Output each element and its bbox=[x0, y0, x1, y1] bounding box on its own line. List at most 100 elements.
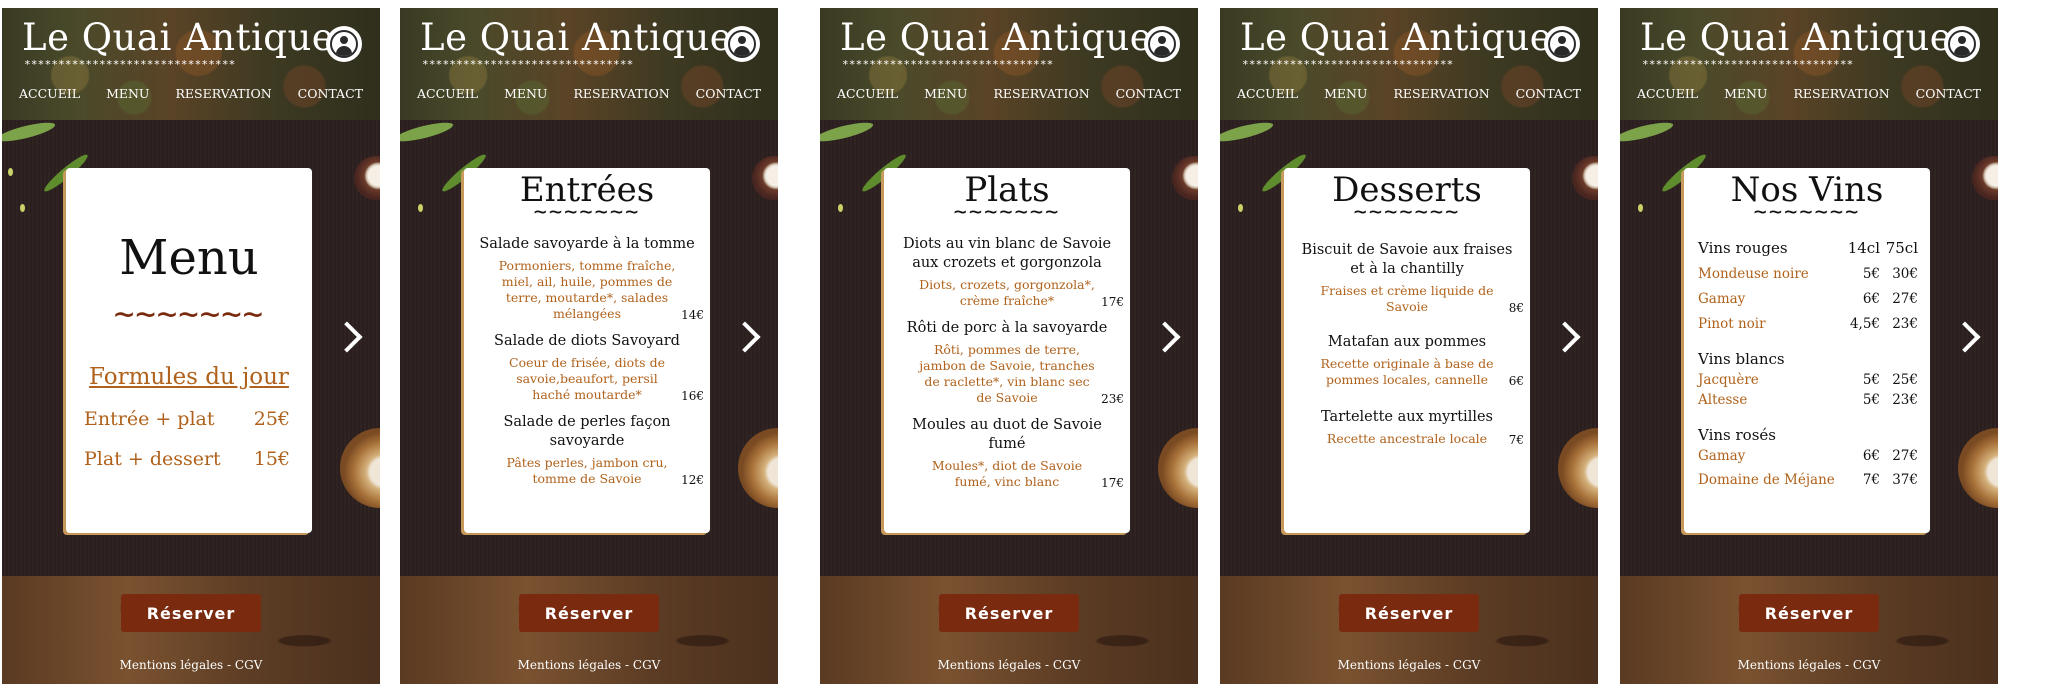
profile-icon[interactable] bbox=[1944, 26, 1980, 62]
nav-item-reservation[interactable]: RESERVATION bbox=[573, 86, 669, 101]
wine-name: Gamay bbox=[1698, 291, 1746, 307]
nav-item-menu[interactable]: MENU bbox=[1324, 86, 1367, 101]
brand-title[interactable]: Le Quai Antique bbox=[840, 16, 1152, 59]
nav-item-accueil[interactable]: ACCUEIL bbox=[837, 86, 898, 101]
dish-description: Pâtes perles, jambon cru, tomme de Savoi… bbox=[506, 455, 668, 486]
wine-price-14cl: 7€ bbox=[1862, 472, 1880, 488]
wine-name: Gamay bbox=[1698, 448, 1746, 464]
dish-price: 7€ bbox=[1508, 433, 1524, 447]
wine-price-75cl: 25€ bbox=[1892, 372, 1918, 388]
dish-name: Matafan aux pommes bbox=[1327, 334, 1487, 350]
dish-description: Moules*, diot de Savoie fumé, vinc blanc bbox=[931, 458, 1083, 489]
reserve-button[interactable]: Réserver bbox=[121, 594, 261, 632]
wine-row: Altesse 5€ 23€ bbox=[1696, 392, 1918, 408]
dish-description: Fraises et crème liquide de Savoie bbox=[1320, 283, 1494, 314]
dish-description: Recette ancestrale locale bbox=[1326, 431, 1488, 446]
desserts-card: Desserts ~~~~~~~ Biscuit de Savoie aux f… bbox=[1284, 168, 1530, 533]
brand-stars: ******************************* bbox=[842, 58, 1054, 71]
dish-price: 16€ bbox=[681, 389, 704, 403]
nav-item-reservation[interactable]: RESERVATION bbox=[1393, 86, 1489, 101]
wine-name: Altesse bbox=[1698, 392, 1748, 408]
nav-item-menu[interactable]: MENU bbox=[1724, 86, 1767, 101]
nav-item-contact[interactable]: CONTACT bbox=[1916, 86, 1981, 101]
nav-item-menu[interactable]: MENU bbox=[106, 86, 149, 101]
wine-price-14cl: 5€ bbox=[1862, 392, 1880, 408]
wine-name: Mondeuse noire bbox=[1698, 266, 1809, 282]
wine-price-75cl: 23€ bbox=[1892, 316, 1918, 332]
dish-name: Moules au duot de Savoie fumé bbox=[912, 417, 1102, 452]
legal-link[interactable]: Mentions légales - CGV bbox=[2, 658, 380, 672]
dish-item: Salade de perles façon savoyarde Pâtes p… bbox=[476, 413, 704, 487]
nav-item-contact[interactable]: CONTACT bbox=[696, 86, 761, 101]
nav-item-menu[interactable]: MENU bbox=[924, 86, 967, 101]
title-underline: ~~~~~~~ bbox=[533, 200, 641, 225]
dish-name: Salade de perles façon savoyarde bbox=[503, 414, 671, 449]
wine-price-14cl: 4,5€ bbox=[1849, 316, 1880, 332]
wine-price-75cl: 30€ bbox=[1892, 266, 1918, 282]
column-75cl: 75cl bbox=[1885, 239, 1918, 257]
nav-bar: ACCUEIL MENU RESERVATION CONTACT bbox=[820, 86, 1198, 101]
nav-item-reservation[interactable]: RESERVATION bbox=[993, 86, 1089, 101]
dish-price: 6€ bbox=[1508, 374, 1524, 388]
dish-price: 23€ bbox=[1101, 392, 1124, 406]
wine-group-heading: Vins blancs bbox=[1696, 350, 1918, 368]
dish-name: Diots au vin blanc de Savoie aux crozets… bbox=[902, 236, 1112, 271]
reserve-button[interactable]: Réserver bbox=[519, 594, 659, 632]
column-14cl: 14cl bbox=[1847, 239, 1880, 257]
dish-item: Moules au duot de Savoie fumé Moules*, d… bbox=[896, 416, 1124, 490]
nav-item-contact[interactable]: CONTACT bbox=[1516, 86, 1581, 101]
menu-card: Menu ~~~~~~~ Formules du jour Entrée + p… bbox=[66, 168, 312, 533]
wine-price-75cl: 37€ bbox=[1892, 472, 1918, 488]
wine-row: Mondeuse noire 5€ 30€ bbox=[1696, 266, 1918, 282]
entrees-card: Entrées ~~~~~~~ Salade savoyarde à la to… bbox=[464, 168, 710, 533]
dish-item: Biscuit de Savoie aux fraises et à la ch… bbox=[1296, 241, 1524, 315]
reserve-button[interactable]: Réserver bbox=[1739, 594, 1879, 632]
reserve-button[interactable]: Réserver bbox=[939, 594, 1079, 632]
dish-description: Coeur de frisée, diots de savoie,beaufor… bbox=[509, 355, 665, 402]
dish-price: 8€ bbox=[1508, 301, 1524, 315]
nav-item-accueil[interactable]: ACCUEIL bbox=[1237, 86, 1298, 101]
profile-icon[interactable] bbox=[326, 26, 362, 62]
title-underline: ~~~~~~~ bbox=[1753, 200, 1861, 225]
pea-decoration bbox=[1638, 204, 1643, 212]
nav-item-accueil[interactable]: ACCUEIL bbox=[1637, 86, 1698, 101]
wine-price-14cl: 5€ bbox=[1862, 372, 1880, 388]
wine-row: Jacquère 5€ 25€ bbox=[1696, 372, 1918, 388]
formules-link[interactable]: Formules du jour bbox=[78, 364, 300, 390]
nav-item-reservation[interactable]: RESERVATION bbox=[1793, 86, 1889, 101]
legal-link[interactable]: Mentions légales - CGV bbox=[1220, 658, 1598, 672]
wine-group-title: Vins rosés bbox=[1698, 426, 1776, 444]
profile-icon[interactable] bbox=[724, 26, 760, 62]
brand-title[interactable]: Le Quai Antique bbox=[1240, 16, 1552, 59]
legal-link[interactable]: Mentions légales - CGV bbox=[1620, 658, 1998, 672]
dish-item: Matafan aux pommes Recette originale à b… bbox=[1296, 333, 1524, 388]
nav-item-contact[interactable]: CONTACT bbox=[298, 86, 363, 101]
pea-decoration bbox=[20, 204, 25, 212]
pea-decoration bbox=[838, 204, 843, 212]
nav-bar: ACCUEIL MENU RESERVATION CONTACT bbox=[1620, 86, 1998, 101]
brand-stars: ******************************* bbox=[1642, 58, 1854, 71]
brand-title[interactable]: Le Quai Antique bbox=[1640, 16, 1952, 59]
profile-icon[interactable] bbox=[1144, 26, 1180, 62]
dish-description: Pormoniers, tomme fraîche, miel, ail, hu… bbox=[498, 258, 676, 321]
profile-icon[interactable] bbox=[1544, 26, 1580, 62]
wine-name: Domaine de Méjane bbox=[1698, 472, 1835, 488]
nav-item-reservation[interactable]: RESERVATION bbox=[175, 86, 271, 101]
dish-description: Recette originale à base de pommes local… bbox=[1320, 356, 1494, 387]
dish-name: Tartelette aux myrtilles bbox=[1321, 409, 1493, 425]
nav-item-contact[interactable]: CONTACT bbox=[1116, 86, 1181, 101]
wine-price-14cl: 6€ bbox=[1862, 448, 1880, 464]
nav-item-accueil[interactable]: ACCUEIL bbox=[19, 86, 80, 101]
reserve-button[interactable]: Réserver bbox=[1339, 594, 1479, 632]
nav-item-accueil[interactable]: ACCUEIL bbox=[417, 86, 478, 101]
wine-price-75cl: 27€ bbox=[1892, 448, 1918, 464]
brand-title[interactable]: Le Quai Antique bbox=[22, 16, 334, 59]
wine-group-title: Vins rouges bbox=[1698, 239, 1788, 257]
pea-decoration bbox=[1238, 204, 1243, 212]
brand-title[interactable]: Le Quai Antique bbox=[420, 16, 732, 59]
wine-row: Gamay 6€ 27€ bbox=[1696, 448, 1918, 464]
nav-item-menu[interactable]: MENU bbox=[504, 86, 547, 101]
nav-bar: ACCUEIL MENU RESERVATION CONTACT bbox=[400, 86, 778, 101]
legal-link[interactable]: Mentions légales - CGV bbox=[400, 658, 778, 672]
legal-link[interactable]: Mentions légales - CGV bbox=[820, 658, 1198, 672]
